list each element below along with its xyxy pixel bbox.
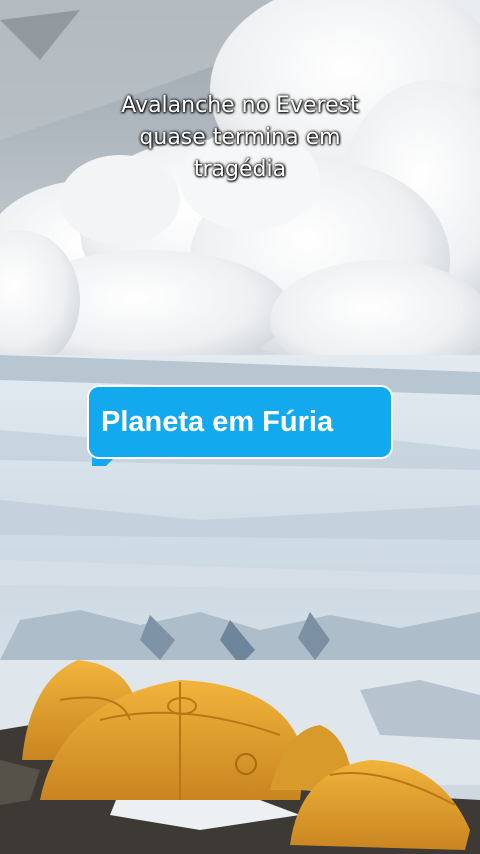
caption-line-1: Avalanche no Everest: [121, 93, 359, 118]
channel-badge: Planeta em Fúria: [87, 385, 393, 459]
video-caption: Avalanche no Everest quase termina em tr…: [0, 90, 480, 186]
caption-line-3: tragédia: [193, 157, 287, 182]
channel-badge-text: Planeta em Fúria: [101, 405, 334, 438]
caption-line-2: quase termina em: [139, 125, 341, 150]
